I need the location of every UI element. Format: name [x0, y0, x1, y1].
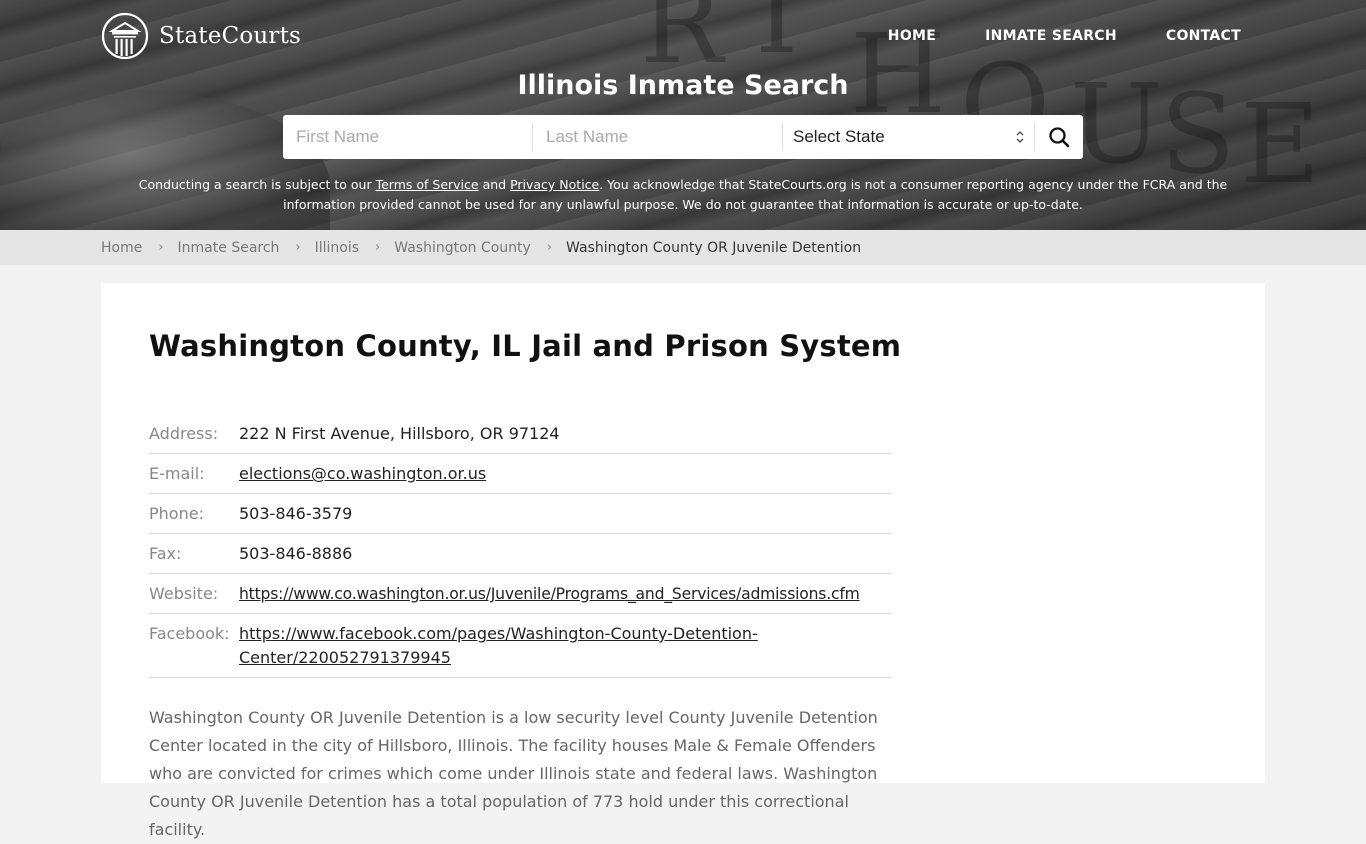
inmate-search-form: Select State [283, 115, 1083, 159]
facility-description: Washington County OR Juvenile Detention … [149, 708, 878, 839]
chevron-right-icon: › [375, 240, 381, 255]
info-label: Address: [149, 424, 219, 443]
breadcrumb-illinois[interactable]: Illinois [315, 240, 359, 256]
info-label: Fax: [149, 544, 182, 563]
main-nav: HOME INMATE SEARCH CONTACT [839, 28, 1241, 44]
facebook-link[interactable]: https://www.facebook.com/pages/Washingto… [239, 622, 799, 670]
top-navbar: StateCourts HOME INMATE SEARCH CONTACT [101, 12, 1241, 60]
logo-text: StateCourts [159, 23, 302, 49]
disclaimer-text: and [478, 177, 511, 192]
website-link[interactable]: https://www.co.washington.or.us/Juvenile… [239, 585, 860, 603]
info-label: Website: [149, 584, 219, 603]
search-disclaimer: Conducting a search is subject to our Te… [120, 175, 1246, 215]
last-name-input[interactable] [533, 123, 783, 151]
email-link[interactable]: elections@co.washington.or.us [239, 464, 486, 483]
info-row-address: Address: 222 N First Avenue, Hillsboro, … [149, 415, 892, 454]
state-select[interactable]: Select State [783, 123, 1035, 151]
nav-home[interactable]: HOME [888, 28, 936, 44]
info-row-phone: Phone: 503-846-3579 [149, 494, 892, 534]
hero-banner: R T H O U S E StateCourts HOME INMATE SE… [0, 0, 1366, 230]
info-label: Facebook: [149, 624, 230, 643]
chevron-right-icon: › [158, 240, 164, 255]
terms-of-service-link[interactable]: Terms of Service [376, 177, 479, 192]
chevron-right-icon: › [295, 240, 301, 255]
info-row-website: Website: https://www.co.washington.or.us… [149, 574, 892, 614]
select-updown-icon [1016, 130, 1024, 144]
breadcrumb-current: Washington County OR Juvenile Detention [566, 239, 862, 256]
info-row-fax: Fax: 503-846-8886 [149, 534, 892, 574]
fax-value: 503-846-8886 [239, 544, 353, 563]
breadcrumb: Home › Inmate Search › Illinois › Washin… [0, 230, 1366, 265]
nav-contact[interactable]: CONTACT [1166, 28, 1241, 44]
info-label: E-mail: [149, 464, 205, 483]
info-label: Phone: [149, 504, 204, 523]
nav-inmate-search[interactable]: INMATE SEARCH [985, 28, 1117, 44]
site-logo-link[interactable]: StateCourts [101, 12, 301, 60]
search-button[interactable] [1035, 115, 1083, 159]
facility-info-table: Address: 222 N First Avenue, Hillsboro, … [149, 415, 892, 678]
page-title: Washington County, IL Jail and Prison Sy… [149, 329, 902, 363]
chevron-right-icon: › [546, 240, 553, 255]
address-value: 222 N First Avenue, Hillsboro, OR 97124 [239, 424, 560, 443]
hero-title: Illinois Inmate Search [517, 70, 849, 101]
info-row-email: E-mail: elections@co.washington.or.us [149, 454, 892, 494]
courthouse-logo-icon [101, 12, 149, 60]
search-icon [1049, 127, 1070, 148]
breadcrumb-inmate-search[interactable]: Inmate Search [178, 240, 280, 256]
breadcrumb-washington-county[interactable]: Washington County [394, 240, 531, 256]
main-content-card: Washington County, IL Jail and Prison Sy… [101, 283, 1265, 839]
phone-value: 503-846-3579 [239, 504, 353, 523]
first-name-input[interactable] [283, 123, 533, 151]
state-select-value: Select State [793, 127, 885, 146]
breadcrumb-home[interactable]: Home [101, 240, 142, 256]
disclaimer-text: Conducting a search is subject to our [138, 177, 376, 192]
info-row-facebook: Facebook: https://www.facebook.com/pages… [149, 614, 892, 678]
privacy-notice-link[interactable]: Privacy Notice [510, 177, 599, 192]
